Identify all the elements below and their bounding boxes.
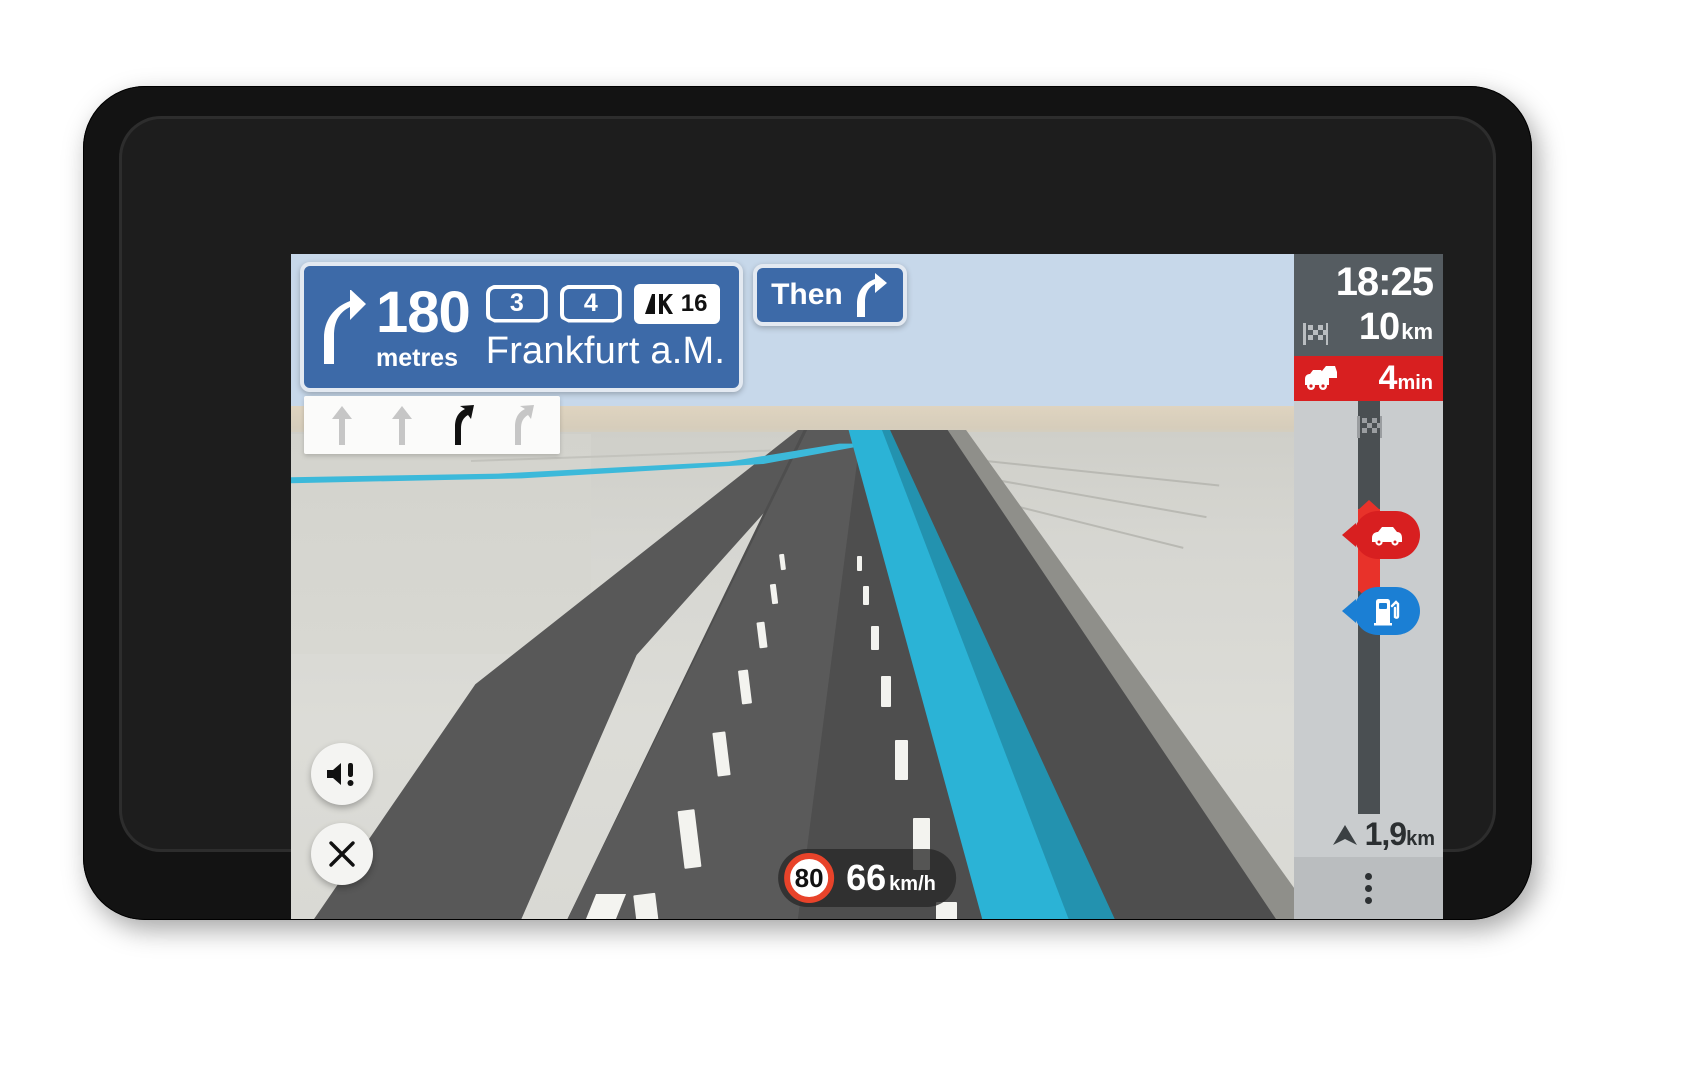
current-position-row: 1,9 km: [1294, 814, 1443, 857]
traffic-jam-car-icon: [1305, 366, 1337, 390]
route-edge-dash: [871, 626, 879, 650]
current-speed-value: 66: [846, 857, 887, 898]
lane-3-active: [432, 405, 492, 445]
current-speed-unit: km/h: [889, 873, 936, 895]
map-field-left: [291, 434, 591, 654]
sidebar-menu-button[interactable]: [1294, 857, 1443, 919]
fuel-pump-icon: [1374, 599, 1400, 626]
exit-badge-2: 4: [559, 284, 622, 323]
arrival-time: 18:25: [1335, 260, 1434, 304]
lane-dash: [633, 892, 659, 919]
route-edge-dash: [936, 902, 957, 919]
motorway-badge: 16: [633, 283, 720, 324]
lane-1: [312, 405, 372, 445]
slight-right-arrow-icon: [455, 405, 474, 445]
exit-badge-1: 3: [485, 284, 548, 323]
close-button[interactable]: [311, 823, 373, 885]
exit-right-arrow-icon: [324, 290, 366, 364]
traffic-delay: 4 min: [1379, 361, 1433, 395]
instruction-distance-group: 180 metres: [314, 279, 476, 372]
route-edge-dash: [881, 676, 891, 707]
remaining-distance-unit: km: [1401, 319, 1433, 344]
then-instruction-panel[interactable]: Then: [753, 264, 907, 326]
exit-badge-row: 3 4 16: [485, 282, 725, 326]
remaining-distance: 10 km: [1359, 308, 1433, 346]
route-progress-bar[interactable]: [1294, 401, 1443, 814]
car-icon: [1372, 527, 1402, 546]
route-bar-incident-traffic[interactable]: [1354, 511, 1420, 559]
gps-device-body: tomtom: [83, 86, 1532, 920]
checkered-flag-icon: [1356, 416, 1382, 438]
straight-arrow-icon: [392, 406, 412, 445]
checkered-flag-icon: [1303, 323, 1328, 345]
distance-unit: metres: [376, 343, 458, 372]
distance-readout: 180 metres: [376, 279, 471, 372]
route-edge-dash: [863, 586, 869, 605]
distance-to-next-value: 1,9: [1364, 816, 1407, 852]
route-bar-poi-fuel[interactable]: [1354, 587, 1420, 635]
turn-right-arrow-icon: [856, 273, 887, 317]
close-x-icon: [329, 841, 355, 867]
next-instruction-panel[interactable]: 180 metres 3 4 16 Frankfurt a.M.: [300, 262, 744, 392]
then-label: Then: [771, 278, 843, 311]
remaining-distance-row: 10 km: [1302, 308, 1433, 346]
instruction-area: 180 metres 3 4 16 Frankfurt a.M. Then: [300, 262, 907, 392]
route-edge-dash: [857, 556, 862, 571]
route-edge-dash: [895, 740, 908, 780]
screenshot-root: tomtom: [0, 0, 1698, 1089]
lane-guidance-strip: [304, 396, 560, 454]
autobahn-icon: [644, 293, 673, 314]
remaining-distance-value: 10: [1358, 306, 1400, 348]
traffic-delay-unit: min: [1397, 372, 1433, 394]
traffic-delay-panel: 4 min: [1294, 356, 1443, 401]
distance-to-next-unit: km: [1406, 828, 1435, 850]
navigation-screen[interactable]: 180 metres 3 4 16 Frankfurt a.M. Then 18…: [291, 254, 1443, 919]
route-bar-destination-flag: [1356, 415, 1382, 444]
distance-to-next: 1,9 km: [1365, 818, 1435, 851]
slight-right-arrow-icon: [515, 405, 534, 445]
speaker-alert-icon: [327, 763, 354, 786]
eta-panel: 18:25 10 km: [1294, 254, 1443, 356]
destination-name: Frankfurt a.M.: [485, 329, 726, 372]
mute-button[interactable]: [311, 743, 373, 805]
motorway-number: 16: [680, 289, 708, 317]
distance-value: 180: [376, 279, 471, 345]
speed-limit-sign: 80: [784, 853, 835, 903]
speed-panel[interactable]: 80 66 km/h: [778, 849, 956, 907]
instruction-details: 3 4 16 Frankfurt a.M.: [476, 282, 725, 373]
traffic-delay-value: 4: [1378, 359, 1398, 397]
route-sidebar[interactable]: 18:25 10 km 4 min 1,9 km: [1294, 254, 1443, 919]
straight-arrow-icon: [332, 406, 352, 445]
more-options-icon: [1365, 872, 1372, 904]
current-position-arrow-icon: [1332, 824, 1357, 845]
current-speed-group: 66 km/h: [846, 860, 936, 896]
lane-4: [492, 405, 552, 445]
lane-2: [372, 405, 432, 445]
